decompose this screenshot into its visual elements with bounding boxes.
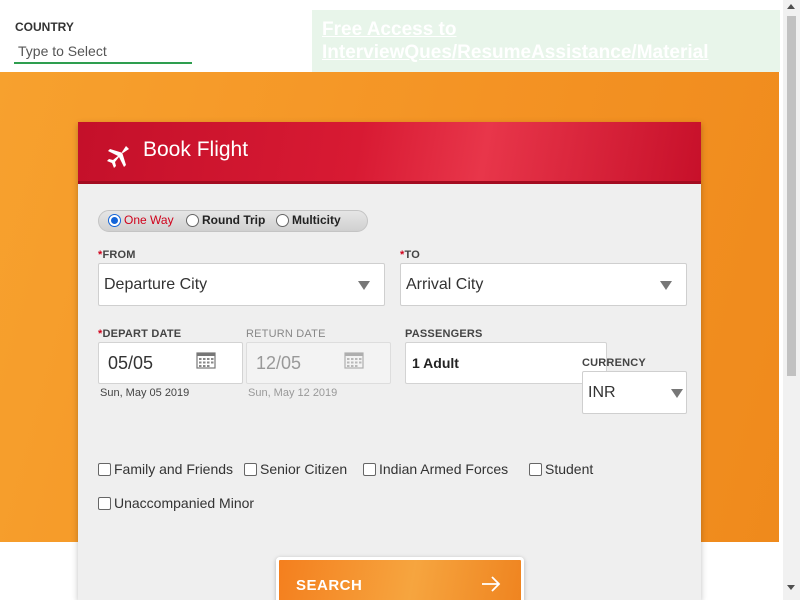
checkbox-label: Unaccompanied Minor bbox=[114, 495, 255, 511]
calendar-icon bbox=[196, 352, 216, 369]
radio-label: Multicity bbox=[292, 213, 341, 227]
currency-select[interactable]: INR bbox=[582, 371, 687, 414]
to-label: *TO bbox=[400, 249, 420, 261]
promo-link[interactable]: Free Access to InterviewQues/ResumeAssis… bbox=[322, 18, 762, 64]
checkbox-label: Senior Citizen bbox=[260, 461, 348, 477]
card-header: Book Flight bbox=[78, 122, 701, 184]
radio-button[interactable] bbox=[108, 213, 121, 227]
from-value: Departure City bbox=[104, 276, 208, 293]
checkbox[interactable] bbox=[98, 496, 111, 510]
search-button[interactable]: SEARCH bbox=[276, 557, 524, 600]
checkbox[interactable] bbox=[363, 462, 376, 476]
to-label-text: TO bbox=[404, 249, 420, 261]
currency-label: CURRENCY bbox=[582, 357, 646, 369]
book-flight-card: Book Flight One Way Round Trip Multicity… bbox=[78, 122, 701, 600]
promo-banner: Free Access to InterviewQues/ResumeAssis… bbox=[312, 10, 780, 72]
return-date-label: RETURN DATE bbox=[246, 328, 326, 340]
chevron-down-icon bbox=[358, 281, 370, 290]
calendar-icon bbox=[344, 352, 364, 369]
chevron-down-icon bbox=[660, 281, 672, 290]
trip-type-selector: One Way Round Trip Multicity bbox=[98, 210, 368, 232]
checkbox-student[interactable]: Student bbox=[529, 461, 593, 477]
checkbox-label: Family and Friends bbox=[114, 461, 234, 477]
passengers-label: PASSENGERS bbox=[405, 328, 483, 340]
checkbox-family-and-friends[interactable]: Family and Friends bbox=[98, 461, 233, 477]
checkbox-label: Student bbox=[545, 461, 594, 477]
depart-date-value: 05/05 bbox=[108, 353, 154, 373]
radio-button[interactable] bbox=[276, 213, 289, 227]
checkbox-senior-citizen[interactable]: Senior Citizen bbox=[244, 461, 347, 477]
radio-label: One Way bbox=[124, 213, 174, 227]
search-button-label: SEARCH bbox=[296, 577, 363, 594]
checkbox[interactable] bbox=[98, 462, 111, 476]
chevron-down-icon bbox=[671, 389, 683, 398]
return-date-input[interactable]: 12/05 bbox=[246, 342, 391, 384]
radio-button[interactable] bbox=[186, 213, 199, 227]
checkbox-unaccompanied-minor[interactable]: Unaccompanied Minor bbox=[98, 495, 254, 511]
depart-date-subtext: Sun, May 05 2019 bbox=[100, 387, 190, 399]
checkbox[interactable] bbox=[244, 462, 257, 476]
scroll-up-arrow-icon[interactable] bbox=[787, 4, 795, 9]
to-value: Arrival City bbox=[406, 276, 484, 293]
from-label-text: FROM bbox=[102, 249, 136, 261]
return-date-value: 12/05 bbox=[256, 353, 302, 373]
checkbox[interactable] bbox=[529, 462, 542, 476]
airplane-icon bbox=[107, 146, 129, 168]
depart-date-label: *DEPART DATE bbox=[98, 328, 181, 340]
depart-date-label-text: DEPART DATE bbox=[102, 328, 182, 340]
scrollbar-thumb[interactable] bbox=[787, 16, 796, 376]
radio-one-way[interactable]: One Way bbox=[108, 213, 174, 227]
arrow-right-icon bbox=[482, 576, 501, 592]
to-select[interactable]: Arrival City bbox=[400, 263, 687, 306]
passengers-select[interactable]: 1 Adult bbox=[405, 342, 607, 384]
card-title: Book Flight bbox=[143, 138, 249, 161]
checkbox-indian-armed-forces[interactable]: Indian Armed Forces bbox=[363, 461, 508, 477]
radio-label: Round Trip bbox=[202, 213, 266, 227]
radio-multicity[interactable]: Multicity bbox=[276, 213, 341, 227]
from-select[interactable]: Departure City bbox=[98, 263, 385, 306]
from-label: *FROM bbox=[98, 249, 136, 261]
currency-value: INR bbox=[588, 384, 616, 401]
checkbox-label: Indian Armed Forces bbox=[379, 461, 509, 477]
depart-date-input[interactable]: 05/05 bbox=[98, 342, 243, 384]
radio-round-trip[interactable]: Round Trip bbox=[186, 213, 265, 227]
passengers-value: 1 Adult bbox=[412, 355, 459, 371]
return-date-subtext: Sun, May 12 2019 bbox=[248, 387, 338, 399]
country-label: COUNTRY bbox=[15, 20, 74, 34]
scroll-down-arrow-icon[interactable] bbox=[787, 585, 795, 590]
country-input[interactable] bbox=[14, 40, 192, 64]
page-scrollbar[interactable] bbox=[783, 0, 800, 600]
